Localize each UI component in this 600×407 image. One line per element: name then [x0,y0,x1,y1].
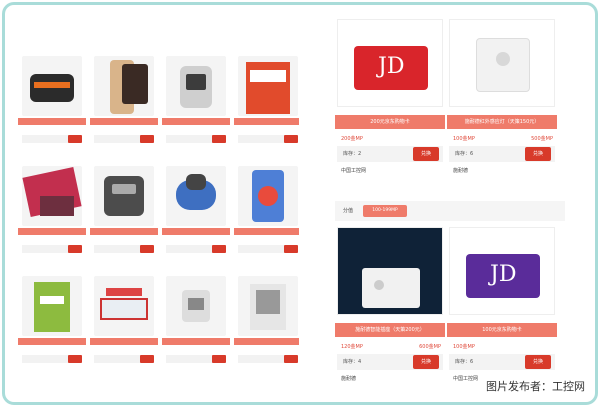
screenshot-frame: JD 200元京东购物卡 200金MP 库存：2 兑换 中国工控网 施耐德红外感应… [2,2,598,405]
redeem-button[interactable]: 兑换 [525,147,551,161]
redeem-button[interactable] [212,135,226,143]
redeem-button[interactable] [212,355,226,363]
product-image [238,276,298,336]
filter-chip[interactable]: 100-199MP [363,205,407,217]
redeem-button[interactable] [284,135,298,143]
product-image [337,227,443,315]
product-card[interactable] [18,56,86,156]
redeem-button[interactable] [284,355,298,363]
product-card[interactable] [234,166,299,266]
product-image [22,56,82,116]
product-name: 施耐德红外感应灯（天策150元） [447,115,557,129]
right-product-panel: JD 200元京东购物卡 200金MP 库存：2 兑换 中国工控网 施耐德红外感应… [335,19,565,382]
redeem-button[interactable]: 兑换 [413,355,439,369]
redeem-button[interactable] [68,355,82,363]
product-card[interactable] [18,166,86,266]
left-product-grid [18,56,299,364]
redeem-button[interactable] [284,245,298,253]
product-image [449,19,555,107]
redeem-button[interactable] [212,245,226,253]
product-image [166,166,226,226]
product-card[interactable] [162,166,230,266]
redeem-button[interactable] [68,135,82,143]
product-image: JD [337,19,443,107]
filter-label: 分值 [343,208,354,214]
product-image [94,166,154,226]
product-name [18,118,86,125]
redeem-button[interactable]: 兑换 [525,355,551,369]
product-card[interactable] [90,166,158,266]
score-filter: 分值 100-199MP [335,201,565,221]
product-card[interactable] [90,56,158,156]
product-card[interactable] [234,56,299,156]
product-name: 100元京东购物卡 [447,323,557,337]
redeem-button[interactable] [140,355,154,363]
redeem-button[interactable] [140,245,154,253]
publisher-watermark: 图片发布者：工控网 [486,380,585,393]
redeem-button[interactable]: 兑换 [413,147,439,161]
product-image [238,166,298,226]
product-image [22,276,82,336]
product-image [166,56,226,116]
product-image [238,56,298,116]
redeem-button[interactable] [140,135,154,143]
product-card[interactable] [18,276,86,364]
product-image [22,166,82,226]
redeem-button[interactable] [68,245,82,253]
product-name: 施耐德智能插座（天策200元） [335,323,445,337]
product-card[interactable] [162,276,230,364]
product-image [94,276,154,336]
product-image [94,56,154,116]
product-image: JD [449,227,555,315]
product-card[interactable] [234,276,299,364]
product-card[interactable] [162,56,230,156]
product-image [166,276,226,336]
product-name: 200元京东购物卡 [335,115,445,129]
product-card[interactable] [90,276,158,364]
